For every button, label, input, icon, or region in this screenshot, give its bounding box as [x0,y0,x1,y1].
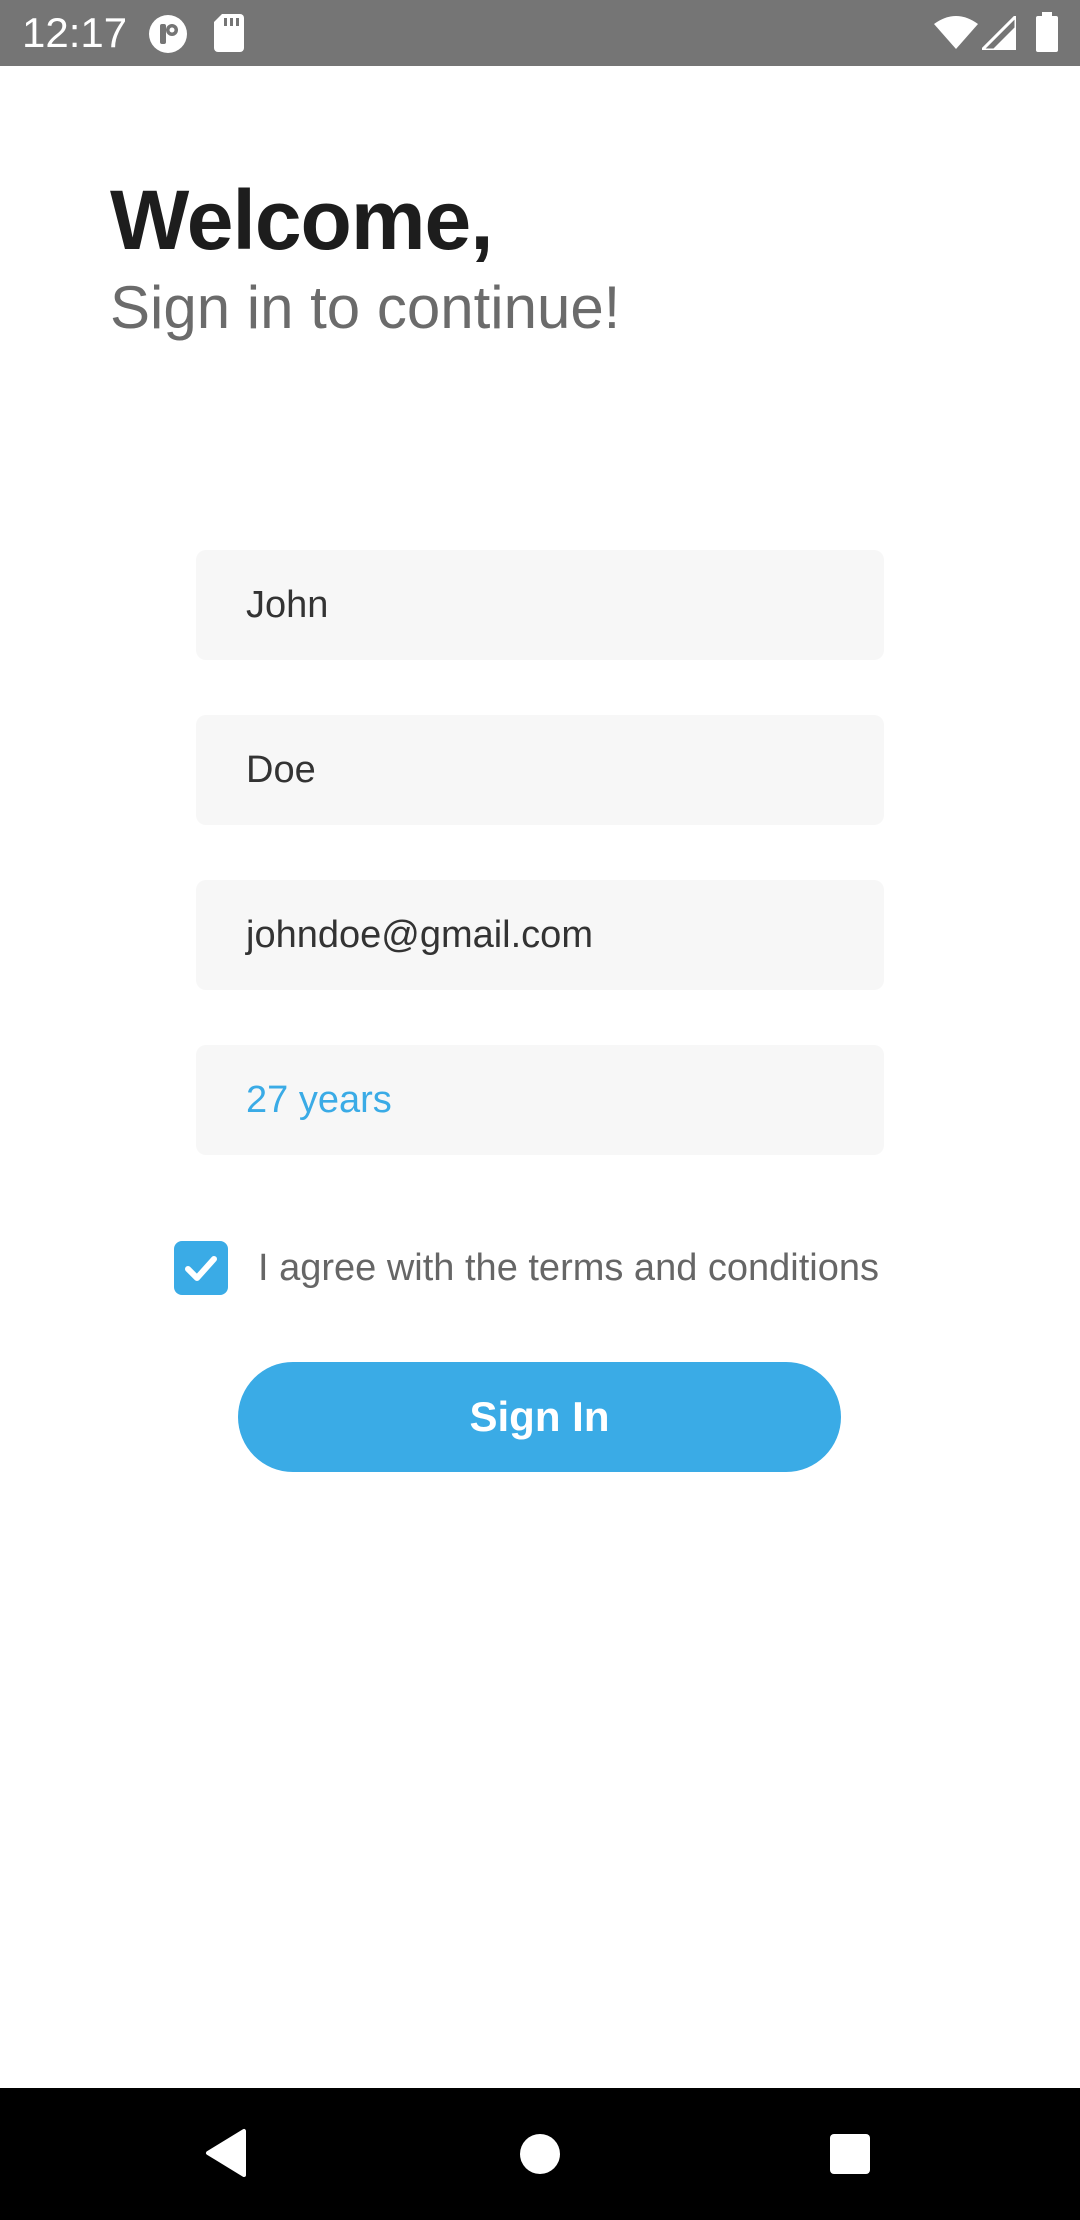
last-name-field[interactable]: Doe [196,715,884,825]
terms-row: I agree with the terms and conditions [174,1240,879,1296]
battery-icon [1036,12,1058,52]
checkmark-icon [185,1256,217,1281]
recents-icon[interactable] [829,2133,871,2180]
sign-in-screen: 12:17 Welcome, Sign in to continue! John… [0,0,1080,2220]
first-name-field[interactable]: John [196,550,884,660]
age-field[interactable]: 27 years [196,1045,884,1155]
wifi-icon [934,16,978,50]
terms-checkbox[interactable] [174,1241,228,1295]
sign-in-button[interactable]: Sign In [238,1362,841,1472]
page-subtitle: Sign in to continue! [110,274,621,341]
app-notification-icon [148,14,188,54]
back-icon[interactable] [204,2128,248,2183]
status-time: 12:17 [22,9,128,56]
cellular-signal-icon [982,16,1016,50]
home-icon[interactable] [518,2132,562,2181]
status-bar: 12:17 [0,0,1080,66]
terms-label[interactable]: I agree with the terms and conditions [258,1247,879,1290]
sd-card-icon [214,14,244,52]
navigation-bar [0,2088,1080,2220]
page-title: Welcome, [110,173,494,267]
email-field[interactable]: johndoe@gmail.com [196,880,884,990]
